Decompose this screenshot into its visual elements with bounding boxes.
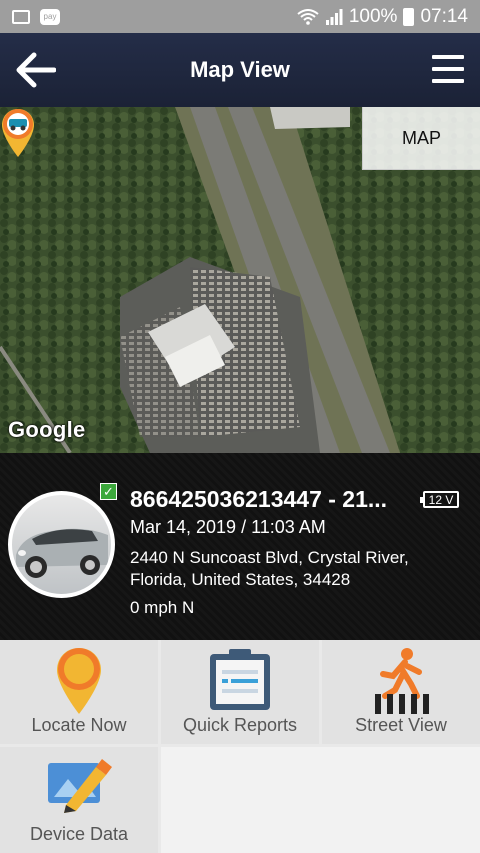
page-title: Map View (190, 57, 290, 82)
satellite-map[interactable]: MAP Google (0, 107, 480, 453)
status-bar: pay 100% 07:14 (0, 0, 480, 33)
wifi-icon (297, 8, 319, 25)
google-attribution: Google (8, 417, 86, 442)
signal-icon (325, 8, 343, 25)
back-arrow-icon[interactable] (14, 50, 56, 90)
location-pin-icon (57, 648, 101, 714)
map-type-button[interactable]: MAP (362, 107, 480, 170)
pay-notification-icon: pay (40, 8, 60, 25)
clock: 07:14 (420, 5, 468, 27)
selected-checkbox[interactable]: ✓ (100, 483, 117, 500)
clipboard-icon (210, 649, 270, 710)
battery-icon (403, 7, 415, 26)
empty-tile-area (161, 747, 480, 853)
tile-label: Street View (355, 715, 447, 735)
device-info-panel: ✓ 866425036213447 - 21... 12 V Mar 14, 2… (0, 453, 480, 640)
battery-percent: 100% (348, 5, 398, 27)
device-address: 2440 N Suncoast Blvd, Crystal River, Flo… (130, 548, 409, 589)
car-image (16, 528, 108, 578)
tile-label: Device Data (29, 824, 129, 844)
vehicle-avatar (8, 491, 115, 598)
hamburger-menu-icon[interactable] (432, 55, 464, 83)
street-view-button[interactable]: Street View (322, 640, 480, 744)
device-data-button[interactable]: Device Data (0, 747, 158, 853)
action-grid: Locate Now Quick Reports Street View Dev… (0, 640, 480, 853)
quick-reports-button[interactable]: Quick Reports (161, 640, 319, 744)
pedestrian-crossing-icon (375, 648, 429, 714)
locate-now-button[interactable]: Locate Now (0, 640, 158, 744)
battery-voltage-badge: 12 V (420, 491, 459, 508)
app-header: Map View (0, 33, 480, 107)
tile-label: Quick Reports (182, 715, 298, 735)
device-name: 866425036213447 - 21... (130, 486, 388, 512)
last-update-time: Mar 14, 2019 / 11:03 AM (130, 517, 326, 537)
device-speed: 0 mph N (130, 598, 195, 617)
vehicle-location-pin-icon[interactable] (0, 107, 36, 159)
tile-label: Locate Now (31, 715, 127, 735)
gallery-notification-icon (12, 9, 30, 24)
edit-pencil-icon (48, 759, 112, 813)
